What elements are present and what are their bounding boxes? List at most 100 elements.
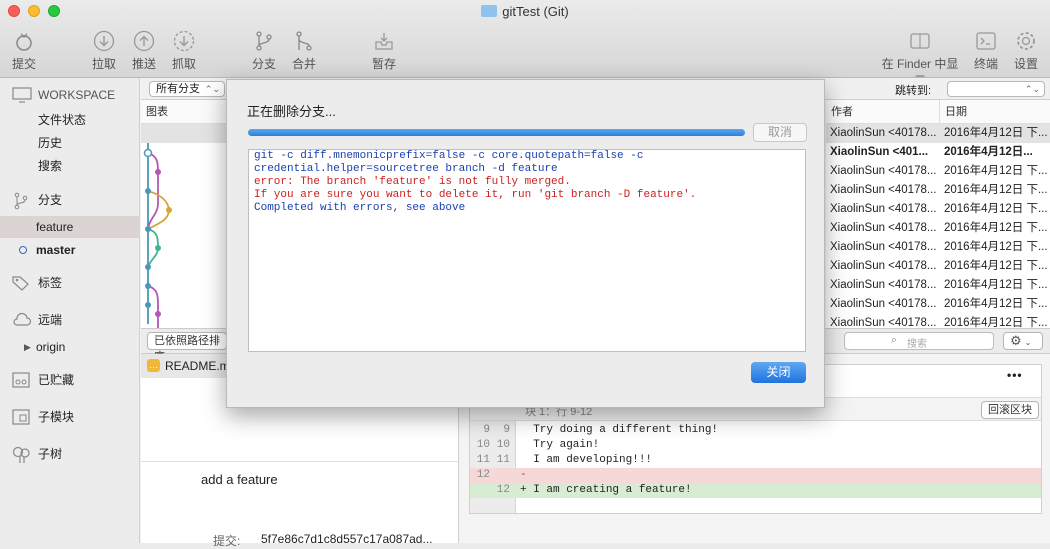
- commit-button[interactable]: 提交: [10, 30, 38, 72]
- sidebar-item-remote-origin[interactable]: ▶ origin: [0, 336, 140, 358]
- sidebar-item-file-status[interactable]: 文件状态: [0, 109, 140, 131]
- sidebar-workspace-header: WORKSPACE: [0, 84, 140, 106]
- table-row[interactable]: XiaolinSun <40178... 2016年4月12日 下...: [826, 124, 1050, 143]
- log-error-line: error: The branch 'feature' is not fully…: [254, 176, 571, 188]
- sidebar-item-branch-feature[interactable]: feature: [0, 216, 140, 238]
- modified-file-icon: …: [147, 359, 160, 372]
- folder-icon: [481, 5, 498, 17]
- origin-label: origin: [36, 340, 66, 354]
- commit-detail-panel: add a feature 提交: 5f7e86c7d1c8d557c17a08…: [141, 461, 459, 548]
- cancel-button[interactable]: 取消: [753, 123, 807, 142]
- window-title: gitTest (Git): [0, 4, 1050, 19]
- commit-date: 2016年4月12日 下...: [944, 298, 1048, 310]
- search-label: 搜索: [38, 159, 63, 173]
- table-row[interactable]: XiaolinSun <401... 2016年4月12日...: [826, 143, 1050, 162]
- stash-icon: [12, 372, 30, 388]
- history-label: 历史: [38, 136, 63, 150]
- branches-label: 分支: [38, 193, 63, 207]
- sidebar-stashes-header[interactable]: 已贮藏: [0, 369, 140, 391]
- table-row[interactable]: XiaolinSun <40178... 2016年4月12日 下...: [826, 181, 1050, 200]
- fetch-button[interactable]: 抓取: [170, 30, 198, 72]
- subtree-icon: [12, 446, 30, 463]
- window-title-text: gitTest (Git): [502, 4, 569, 19]
- table-row[interactable]: XiaolinSun <40178... 2016年4月12日 下...: [826, 200, 1050, 219]
- stepper-icon: ⌃⌄: [204, 84, 220, 94]
- diff-line[interactable]: 9 9 Try doing a different thing!: [470, 423, 1041, 438]
- submodules-label: 子模块: [38, 410, 75, 424]
- stash-icon: [373, 30, 395, 52]
- date-column-header[interactable]: 日期: [940, 100, 1050, 124]
- branch-button[interactable]: 分支: [250, 30, 278, 72]
- log-line: Completed with errors, see above: [254, 202, 466, 214]
- sidebar-submodules-header[interactable]: 子模块: [0, 406, 140, 428]
- sidebar-item-search[interactable]: 搜索: [0, 155, 140, 177]
- stashes-label: 已贮藏: [38, 373, 75, 387]
- commit-author: XiaolinSun <40178...: [830, 203, 937, 215]
- sidebar-subtrees-header[interactable]: 子树: [0, 443, 140, 465]
- sidebar-item-branch-master[interactable]: master: [0, 239, 140, 261]
- table-row[interactable]: XiaolinSun <40178... 2016年4月12日 下...: [826, 295, 1050, 314]
- push-button[interactable]: 推送: [130, 30, 158, 72]
- new-line-number: 10: [496, 439, 510, 451]
- commit-date: 2016年4月12日...: [944, 146, 1033, 158]
- commit-graph[interactable]: [141, 124, 226, 328]
- more-options-button[interactable]: •••: [1007, 368, 1023, 382]
- table-row[interactable]: XiaolinSun <40178... 2016年4月12日 下...: [826, 219, 1050, 238]
- commit-message: add a feature: [201, 472, 278, 487]
- settings-button[interactable]: 设置: [1012, 30, 1040, 72]
- table-row[interactable]: XiaolinSun <40178... 2016年4月12日 下...: [826, 314, 1050, 328]
- finder-icon: [909, 30, 931, 52]
- terminal-button[interactable]: 终端: [972, 30, 1000, 72]
- commit-date: 2016年4月12日 下...: [944, 184, 1048, 196]
- stash-button[interactable]: 暂存: [370, 30, 398, 72]
- table-row[interactable]: XiaolinSun <40178... 2016年4月12日 下...: [826, 238, 1050, 257]
- search-input[interactable]: ⌕ 搜索: [844, 332, 994, 350]
- pull-button[interactable]: 拉取: [90, 30, 118, 72]
- author-column-label: 作者: [831, 106, 853, 118]
- table-row[interactable]: XiaolinSun <40178... 2016年4月12日 下...: [826, 276, 1050, 295]
- table-row[interactable]: XiaolinSun <40178... 2016年4月12日 下...: [826, 257, 1050, 276]
- sidebar-branches-header[interactable]: 分支: [0, 189, 140, 211]
- diff-line[interactable]: 12 + I am creating a feature!: [470, 483, 1041, 498]
- commit-hash-label: 提交:: [213, 534, 241, 548]
- commit-icon: [13, 30, 35, 52]
- diff-line-text: Try again!: [520, 439, 600, 451]
- delete-branch-dialog: 正在删除分支... 取消 git -c diff.mnemonicprefix=…: [226, 79, 825, 408]
- diff-line-text: I am developing!!!: [520, 454, 653, 466]
- date-column-label: 日期: [945, 106, 967, 118]
- close-button[interactable]: 关闭: [751, 362, 806, 383]
- gear-menu-button[interactable]: ⚙ ⌄: [1003, 332, 1043, 350]
- branch-master-label: master: [36, 243, 76, 257]
- terminal-label: 终端: [973, 57, 998, 71]
- graph-column-header[interactable]: 图表: [141, 100, 226, 124]
- pull-icon: [93, 30, 115, 52]
- sidebar-item-history[interactable]: 历史: [0, 132, 140, 154]
- commit-author: XiaolinSun <40178...: [830, 317, 937, 328]
- gear-icon: ⚙: [1010, 333, 1022, 348]
- commit-list[interactable]: XiaolinSun <40178... 2016年4月12日 下... Xiaol…: [826, 124, 1050, 328]
- diff-line-text: -: [520, 469, 527, 481]
- cancel-label: 取消: [767, 125, 792, 139]
- commit-date: 2016年4月12日 下...: [944, 127, 1048, 139]
- sidebar-tags-header[interactable]: 标签: [0, 272, 140, 294]
- diff-line[interactable]: 10 10 Try again!: [470, 438, 1041, 453]
- remotes-label: 远端: [38, 313, 63, 327]
- terminal-icon: [975, 30, 997, 52]
- jump-to-select[interactable]: ⌃⌄: [947, 81, 1045, 97]
- title-toolbar: gitTest (Git) 提交 拉取 推送 抓取 分支 合并 暂存 在 Fin…: [0, 0, 1050, 88]
- command-output-log[interactable]: git -c diff.mnemonicprefix=false -c core…: [248, 149, 806, 352]
- sort-select[interactable]: 已依照路径排序: [147, 332, 227, 363]
- branch-filter-select[interactable]: 所有分支 ⌃⌄: [149, 81, 225, 97]
- diff-line[interactable]: 12 -: [470, 468, 1041, 483]
- diff-line-text: + I am creating a feature!: [520, 484, 692, 496]
- table-row[interactable]: XiaolinSun <40178... 2016年4月12日 下...: [826, 162, 1050, 181]
- dialog-title: 正在删除分支...: [247, 104, 336, 119]
- disclosure-triangle-icon[interactable]: ▶: [24, 336, 31, 358]
- diff-line[interactable]: 11 11 I am developing!!!: [470, 453, 1041, 468]
- commit-date: 2016年4月12日 下...: [944, 317, 1048, 328]
- sidebar-remotes-header[interactable]: 远端: [0, 309, 140, 331]
- author-column-header[interactable]: 作者: [826, 100, 940, 124]
- revert-hunk-label: 回滚区块: [988, 404, 1032, 416]
- revert-hunk-button[interactable]: 回滚区块: [981, 401, 1039, 419]
- merge-button[interactable]: 合并: [290, 30, 318, 72]
